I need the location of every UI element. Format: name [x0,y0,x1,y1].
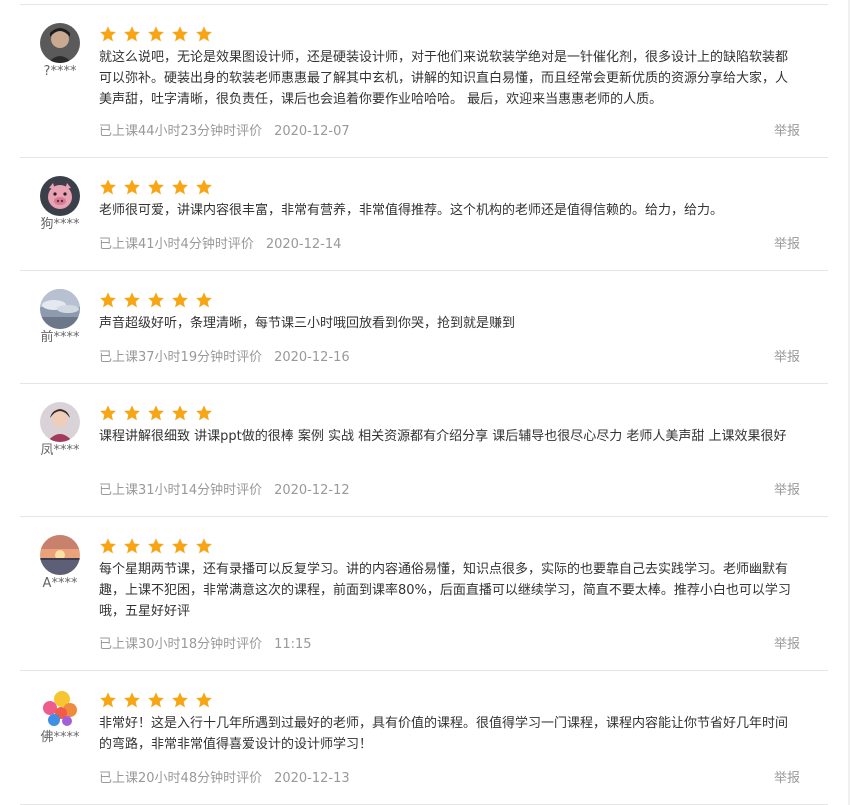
author-name: ?**** [43,64,77,79]
star-icon [171,537,189,555]
report-button[interactable]: 举报 [774,236,800,254]
review-body: 每个星期两节课，还有录播可以反复学习。讲的内容通俗易懂，知识点很多，实际的也要靠… [99,537,798,622]
star-icon [147,691,165,709]
rating-stars [99,537,798,555]
rating-stars [99,291,798,309]
portrait-avatar-icon[interactable] [40,402,80,442]
study-time: 已上课31小时14分钟时评价 [99,483,263,498]
review-comment: 声音超级好听，条理清晰，每节课三小时哦回放看到你哭，抢到就是赚到 [99,316,516,331]
star-icon [195,404,213,422]
review-author: ?**** [38,23,82,80]
cloudy-sky-avatar-icon[interactable] [40,289,80,329]
review-author: 前**** [38,289,82,346]
star-icon [195,25,213,43]
rating-stars [99,691,798,709]
review-item: 佛**** 非常好！这是入行十几年所遇到过最好的老师，具有价值的课程。很值得学习… [20,671,828,805]
review-comment: 就这么说吧，无论是效果图设计师，还是硬装设计师，对于他们来说软装学绝对是一针催化… [99,50,789,107]
star-icon [195,691,213,709]
review-date: 2020-12-14 [265,237,342,252]
review-meta: 已上课44小时23分钟时评价 2020-12-07 [99,123,350,141]
author-name: 凤**** [40,443,80,458]
report-button[interactable]: 举报 [774,770,800,788]
review-body: 老师很可爱，讲课内容很丰富，非常有营养，非常值得推荐。这个机构的老师还是值得信赖… [99,178,798,221]
review-item: 凤**** 课程讲解很细致 讲课ppt做的很棒 案例 实战 相关资源都有介绍分享… [20,384,828,517]
star-icon [99,25,117,43]
star-icon [195,178,213,196]
review-date: 2020-12-16 [274,350,350,365]
author-name: A**** [42,576,78,591]
study-time: 已上课41小时4分钟时评价 [99,237,254,252]
star-icon [147,404,165,422]
report-button[interactable]: 举报 [774,123,800,141]
star-icon [123,291,141,309]
review-body: 课程讲解很细致 讲课ppt做的很棒 案例 实战 相关资源都有介绍分享 课后辅导也… [99,404,798,447]
author-name: 前**** [40,330,80,345]
rating-stars [99,178,798,196]
star-icon [99,691,117,709]
star-icon [99,537,117,555]
review-body: 非常好！这是入行十几年所遇到过最好的老师，具有价值的课程。很值得学习一门课程，课… [99,691,798,755]
star-icon [147,25,165,43]
review-author: 佛**** [38,689,82,746]
study-time: 已上课20小时48分钟时评价 [99,771,263,786]
review-item: 狗**** 老师很可爱，讲课内容很丰富，非常有营养，非常值得推荐。这个机构的老师… [20,158,828,271]
review-author: A**** [38,535,82,592]
review-date: 2020-12-07 [274,124,350,139]
colorful-circles-avatar-icon[interactable] [40,689,80,729]
review-list: ?**** 就这么说吧，无论是效果图设计师，还是硬装设计师，对于他们来说软装学绝… [20,5,828,805]
star-icon [147,537,165,555]
author-name: 佛**** [40,730,80,745]
star-icon [123,178,141,196]
review-author: 凤**** [38,402,82,459]
review-comment: 非常好！这是入行十几年所遇到过最好的老师，具有价值的课程。很值得学习一门课程，课… [99,716,789,752]
star-icon [147,291,165,309]
review-meta: 已上课31小时14分钟时评价 2020-12-12 [99,482,350,500]
rating-stars [99,404,798,422]
reviews-page: ?**** 就这么说吧，无论是效果图设计师，还是硬装设计师，对于他们来说软装学绝… [0,0,850,805]
review-meta: 已上课20小时48分钟时评价 2020-12-13 [99,770,350,788]
review-date: 2020-12-13 [274,771,350,786]
star-icon [99,178,117,196]
star-icon [195,537,213,555]
star-icon [123,691,141,709]
report-button[interactable]: 举报 [774,349,800,367]
review-meta: 已上课30小时18分钟时评价 11:15 [99,636,312,654]
report-button[interactable]: 举报 [774,636,800,654]
review-meta: 已上课41小时4分钟时评价 2020-12-14 [99,236,341,254]
review-item: ?**** 就这么说吧，无论是效果图设计师，还是硬装设计师，对于他们来说软装学绝… [20,5,828,158]
star-icon [123,404,141,422]
star-icon [171,25,189,43]
dark-portrait-avatar-icon[interactable] [40,23,80,63]
report-button[interactable]: 举报 [774,482,800,500]
study-time: 已上课37小时19分钟时评价 [99,350,263,365]
review-comment: 老师很可爱，讲课内容很丰富，非常有营养，非常值得推荐。这个机构的老师还是值得信赖… [99,203,724,218]
review-author: 狗**** [38,176,82,233]
review-body: 就这么说吧，无论是效果图设计师，还是硬装设计师，对于他们来说软装学绝对是一针催化… [99,25,798,110]
review-comment: 每个星期两节课，还有录播可以反复学习。讲的内容通俗易懂，知识点很多，实际的也要靠… [99,562,791,619]
rating-stars [99,25,798,43]
review-date: 11:15 [274,637,312,652]
review-date: 2020-12-12 [274,483,350,498]
star-icon [171,404,189,422]
review-item: 前**** 声音超级好听，条理清晰，每节课三小时哦回放看到你哭，抢到就是赚到 已… [20,271,828,384]
star-icon [99,404,117,422]
review-item: A**** 每个星期两节课，还有录播可以反复学习。讲的内容通俗易懂，知识点很多，… [20,517,828,671]
star-icon [123,537,141,555]
pig-avatar-icon[interactable] [40,176,80,216]
study-time: 已上课30小时18分钟时评价 [99,637,263,652]
sunset-avatar-icon[interactable] [40,535,80,575]
review-comment: 课程讲解很细致 讲课ppt做的很棒 案例 实战 相关资源都有介绍分享 课后辅导也… [99,429,787,444]
review-body: 声音超级好听，条理清晰，每节课三小时哦回放看到你哭，抢到就是赚到 [99,291,798,334]
star-icon [195,291,213,309]
author-name: 狗**** [40,217,80,232]
study-time: 已上课44小时23分钟时评价 [99,124,263,139]
star-icon [147,178,165,196]
star-icon [171,178,189,196]
star-icon [171,291,189,309]
star-icon [99,291,117,309]
star-icon [171,691,189,709]
review-meta: 已上课37小时19分钟时评价 2020-12-16 [99,349,350,367]
star-icon [123,25,141,43]
